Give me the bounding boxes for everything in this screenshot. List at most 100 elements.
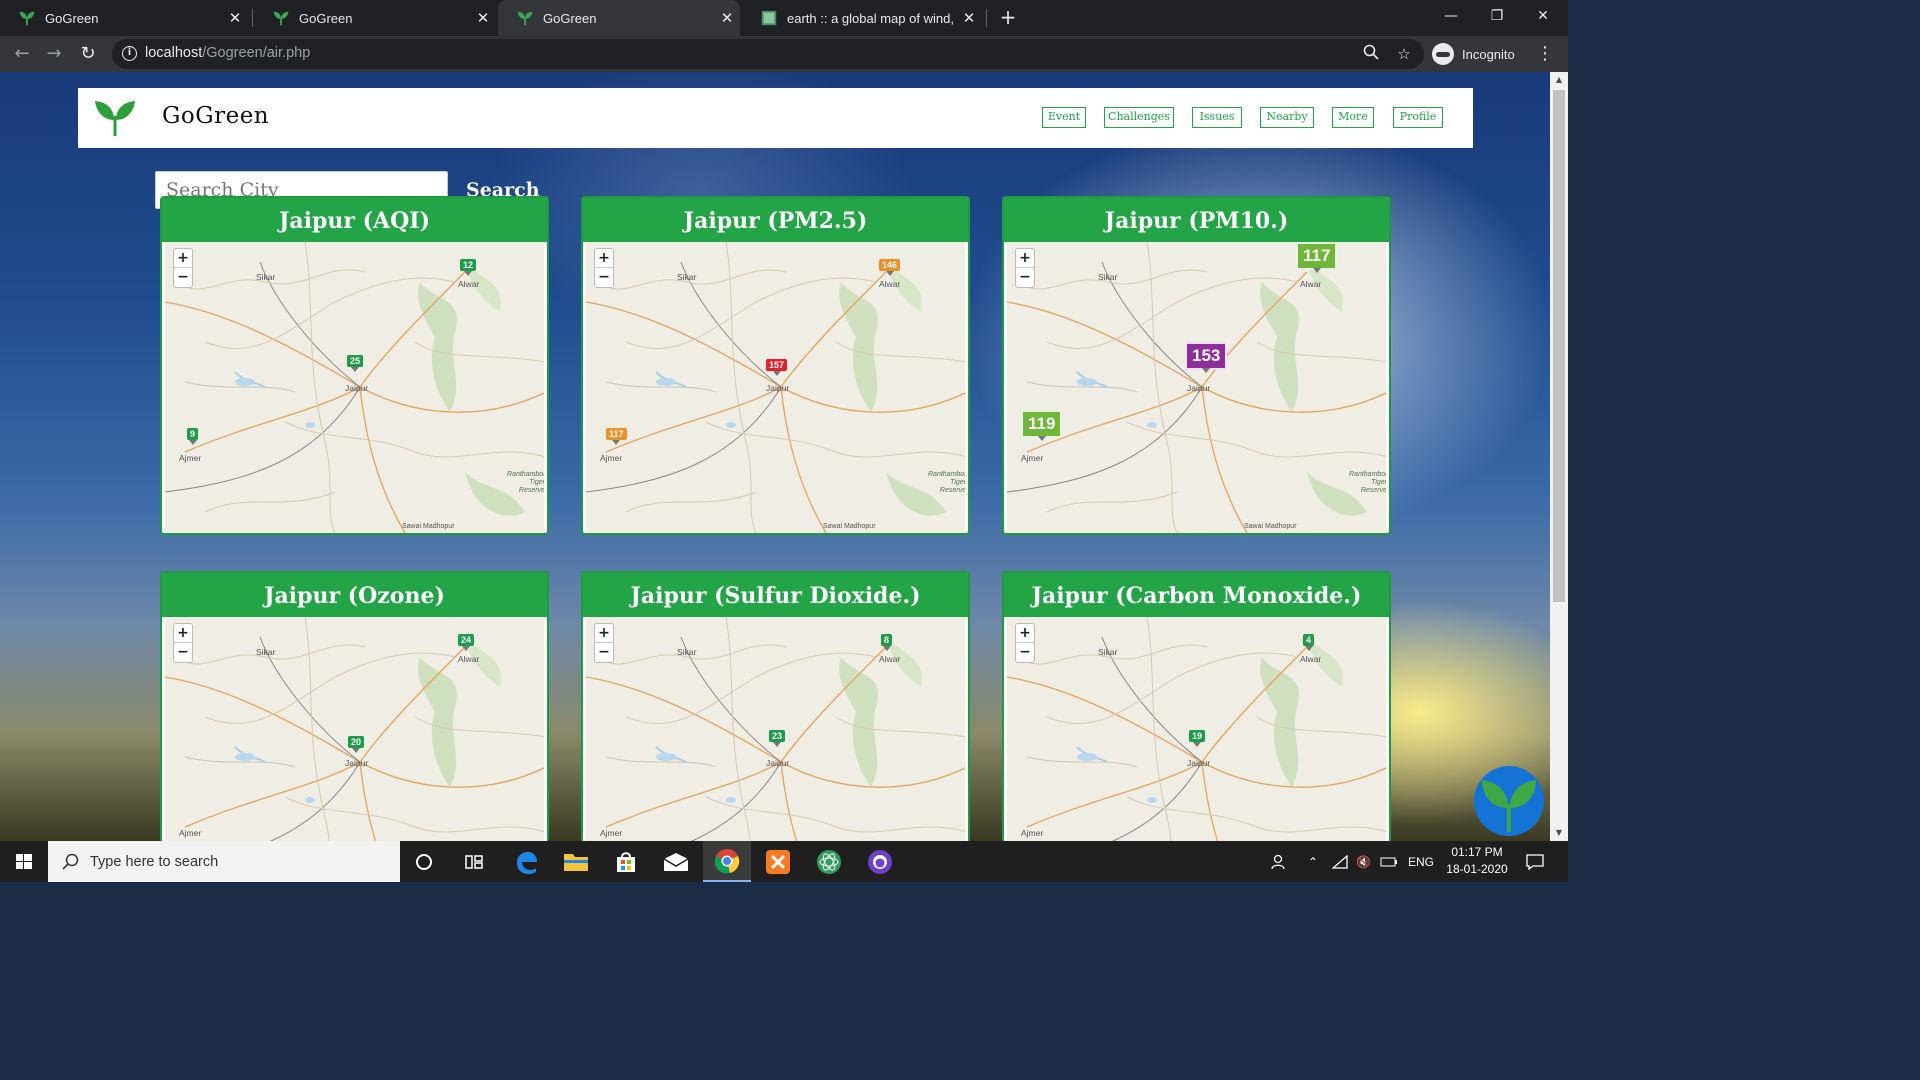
zoom-out-button[interactable]: − (595, 268, 613, 287)
nav-issues-button[interactable]: Issues (1192, 107, 1242, 128)
air-quality-map[interactable]: + − Sikar Alwar Jaipur Ajmer Ranthambore… (586, 617, 965, 841)
marker-ajmer[interactable]: 117 (606, 428, 627, 445)
tab-label: GoGreen (299, 10, 353, 26)
browser-menu-icon[interactable]: ⋮ (1536, 40, 1554, 68)
forward-arrow-icon[interactable]: → (40, 40, 68, 68)
zoom-out-button[interactable]: − (1016, 268, 1034, 287)
place-label-sawai-madhopur: Sawai Madhopur (823, 523, 876, 530)
restore-window-button[interactable]: ❐ (1474, 0, 1520, 32)
zoom-in-button[interactable]: + (174, 624, 192, 643)
back-arrow-icon[interactable]: ← (8, 40, 36, 68)
file-explorer-icon[interactable] (552, 841, 600, 882)
close-window-button[interactable]: ✕ (1520, 0, 1566, 32)
marker-alwar[interactable]: 117 (1296, 242, 1338, 273)
nav-event-button[interactable]: Event (1042, 107, 1086, 128)
people-icon[interactable] (1270, 841, 1290, 882)
task-view-icon[interactable] (450, 841, 498, 882)
marker-jaipur[interactable]: 20 (348, 736, 365, 753)
browser-tab-3-active[interactable]: GoGreen ✕ (498, 0, 740, 36)
marker-alwar[interactable]: 12 (460, 259, 477, 276)
incognito-indicator[interactable]: Incognito (1432, 39, 1515, 69)
chrome-browser-icon[interactable] (703, 841, 751, 882)
minimize-window-button[interactable]: — (1428, 0, 1474, 32)
marker-alwar[interactable]: 8 (881, 634, 893, 651)
action-center-icon[interactable] (1526, 841, 1544, 882)
marker-ajmer[interactable]: 9 (187, 428, 199, 445)
zoom-in-button[interactable]: + (1016, 624, 1034, 643)
input-language-indicator[interactable]: ENG (1408, 841, 1434, 882)
edge-browser-icon[interactable] (502, 841, 550, 882)
battery-icon[interactable] (1380, 841, 1398, 882)
place-label-ajmer: Ajmer (179, 453, 202, 463)
marker-ajmer[interactable]: 119 (1021, 410, 1063, 441)
nav-more-button[interactable]: More (1332, 107, 1374, 128)
gogreen-logo-icon (95, 101, 135, 136)
clock-date: 18-01-2020 (1446, 862, 1508, 876)
page-scrollbar[interactable]: ▲ ▼ (1550, 72, 1568, 841)
nav-challenges-button[interactable]: Challenges (1104, 107, 1174, 128)
taskbar-search-box[interactable]: Type here to search (48, 841, 400, 882)
map-zoom-control: + − (173, 623, 193, 663)
marker-jaipur[interactable]: 25 (347, 355, 364, 372)
pollutant-card-6: Jaipur (Carbon Monoxide.) + − Sikar Alwa… (1002, 571, 1391, 841)
scroll-down-arrow-icon[interactable]: ▼ (1550, 825, 1568, 841)
close-tab-icon[interactable]: ✕ (470, 9, 496, 27)
nav-nearby-button[interactable]: Nearby (1260, 107, 1314, 128)
air-quality-map[interactable]: + − Sikar Alwar Jaipur Ajmer Ranthambore… (1007, 617, 1386, 841)
zoom-magnifier-icon[interactable] (1361, 44, 1381, 64)
marker-alwar[interactable]: 24 (458, 634, 475, 651)
place-label-ajmer: Ajmer (179, 828, 202, 838)
zoom-in-button[interactable]: + (595, 624, 613, 643)
marker-alwar[interactable]: 4 (1303, 634, 1315, 651)
zoom-in-button[interactable]: + (174, 249, 192, 268)
close-tab-icon[interactable]: ✕ (956, 9, 982, 27)
url-path: /Gogreen/air.php (202, 45, 311, 61)
microsoft-store-icon[interactable] (602, 841, 650, 882)
place-label-sawai-madhopur: Sawai Madhopur (402, 523, 455, 530)
windows-start-button[interactable] (0, 841, 48, 882)
close-tab-icon[interactable]: ✕ (222, 9, 248, 27)
air-quality-map[interactable]: + − Sikar Alwar Jaipur Ajmer Ranthambore… (586, 242, 965, 533)
marker-jaipur[interactable]: 23 (769, 730, 786, 747)
zoom-out-button[interactable]: − (174, 268, 192, 287)
marker-alwar[interactable]: 146 (879, 259, 901, 276)
nav-profile-button[interactable]: Profile (1393, 107, 1443, 128)
place-label-alwar: Alwar (1300, 654, 1322, 664)
zoom-in-button[interactable]: + (1016, 249, 1034, 268)
url-text[interactable]: localhost/Gogreen/air.php (145, 45, 310, 61)
zoom-out-button[interactable]: − (174, 643, 192, 662)
volume-muted-icon[interactable]: 🔇 (1356, 841, 1371, 882)
reload-icon[interactable]: ↻ (74, 40, 102, 68)
gogreen-favicon-icon (517, 11, 533, 26)
scroll-up-arrow-icon[interactable]: ▲ (1550, 72, 1568, 88)
zoom-out-button[interactable]: − (595, 643, 613, 662)
show-hidden-icons-chevron-icon[interactable]: ⌃ (1308, 841, 1318, 882)
site-brand[interactable]: GoGreen (162, 103, 269, 129)
bookmark-star-icon[interactable]: ☆ (1394, 44, 1414, 64)
marker-jaipur[interactable]: 153 (1185, 342, 1228, 373)
air-quality-map[interactable]: + − Sikar Alwar Jaipur Ajmer Ranthambore… (1007, 242, 1386, 533)
close-tab-icon[interactable]: ✕ (714, 9, 740, 27)
scrollbar-thumb[interactable] (1553, 90, 1565, 602)
zoom-out-button[interactable]: − (1016, 643, 1034, 662)
mail-icon[interactable] (652, 841, 700, 882)
xampp-icon[interactable] (754, 841, 802, 882)
github-desktop-icon[interactable] (856, 841, 904, 882)
new-tab-button[interactable]: + (996, 5, 1020, 29)
floating-plant-button[interactable] (1474, 766, 1544, 836)
zoom-in-button[interactable]: + (595, 249, 613, 268)
wifi-icon[interactable] (1332, 841, 1348, 882)
browser-tab-4[interactable]: earth :: a global map of wind, we ✕ (742, 0, 982, 36)
system-clock[interactable]: 01:17 PM 18-01-2020 (1440, 844, 1514, 878)
address-bar[interactable]: i localhost/Gogreen/air.php ☆ (112, 39, 1424, 69)
atom-editor-icon[interactable] (805, 841, 853, 882)
marker-jaipur[interactable]: 19 (1189, 730, 1206, 747)
browser-tab-2[interactable]: GoGreen ✕ (254, 0, 496, 36)
marker-jaipur[interactable]: 157 (766, 359, 788, 376)
site-info-icon[interactable]: i (122, 46, 137, 61)
air-quality-map[interactable]: + − Sikar Alwar Jaipur Ajmer Ranthambore… (165, 242, 544, 533)
cortana-icon[interactable] (400, 841, 448, 882)
place-label-jaipur: Jaipur (1187, 758, 1211, 768)
air-quality-map[interactable]: + − Sikar Alwar Jaipur Ajmer Ranthambore… (165, 617, 544, 841)
browser-tab-1[interactable]: GoGreen ✕ (0, 0, 248, 36)
